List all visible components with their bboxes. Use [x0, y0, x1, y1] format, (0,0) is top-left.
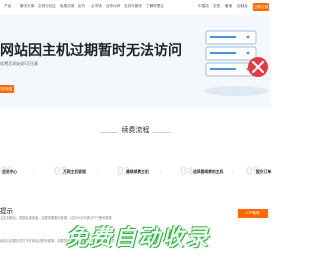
nav-item-partners[interactable]: 合作伙伴 — [106, 4, 120, 9]
step-label-member-center: 会员中心 — [2, 170, 18, 174]
region-switch-link[interactable]: 中国站 — [198, 4, 209, 9]
step-number: 04 — [180, 164, 194, 178]
nav-item-products[interactable]: 产品 — [4, 4, 11, 9]
renew-flow-title: 续费流程 — [121, 127, 150, 134]
hero-title: 网站因主机过期暂时无法访问 — [0, 42, 182, 58]
register-button[interactable]: 立即注册 — [253, 3, 269, 11]
server-expired-illustration — [204, 30, 268, 96]
error-x-icon — [248, 57, 268, 77]
icp-link[interactable]: 备案 — [225, 4, 232, 9]
hero-subtitle: 续费后网站即可开通 — [0, 61, 38, 66]
step-arrow-icon: › — [160, 170, 162, 175]
step-arrow-icon: › — [232, 170, 234, 175]
server-shadow — [204, 86, 268, 96]
console-link[interactable]: 控制台 — [237, 4, 248, 9]
nav-item-support[interactable]: 支持与服务 — [124, 4, 142, 9]
renew-now-button[interactable]: 立即续费 — [0, 85, 14, 93]
step-arrow-icon: › — [33, 170, 35, 175]
nav-item-solutions[interactable]: 解决方案 — [20, 4, 34, 9]
step-arrow-icon: › — [97, 170, 99, 175]
icp-button[interactable]: ICP备案 — [238, 209, 268, 218]
step-label-host-management: 万网主机管理 — [63, 170, 86, 174]
nav-item-about[interactable]: 了解阿里云 — [146, 4, 164, 9]
tips-title: 提示 — [0, 208, 13, 215]
section-divider-right — [153, 132, 171, 133]
nav-item-free-trial[interactable]: 免费试用 — [60, 4, 74, 9]
step-label-continue-renew: 继续续费主机 — [126, 170, 149, 174]
nav-item-pricing[interactable]: 定价 — [78, 4, 85, 9]
watermark-text: 免费自动收录 — [66, 225, 211, 250]
step-label-choose-host: 选择要续费的主机 — [193, 170, 224, 174]
nav-item-docs[interactable]: 文档与社区 — [38, 4, 56, 9]
docs-link[interactable]: 文档 — [213, 4, 220, 9]
nav-item-marketplace[interactable]: 云市场 — [91, 4, 102, 9]
step-label-submit-order: 提交订单 — [256, 170, 272, 174]
top-nav-bar: 产品 解决方案 文档与社区 免费试用 定价 云市场 合作伙伴 支持与服务 了解阿… — [0, 0, 271, 16]
